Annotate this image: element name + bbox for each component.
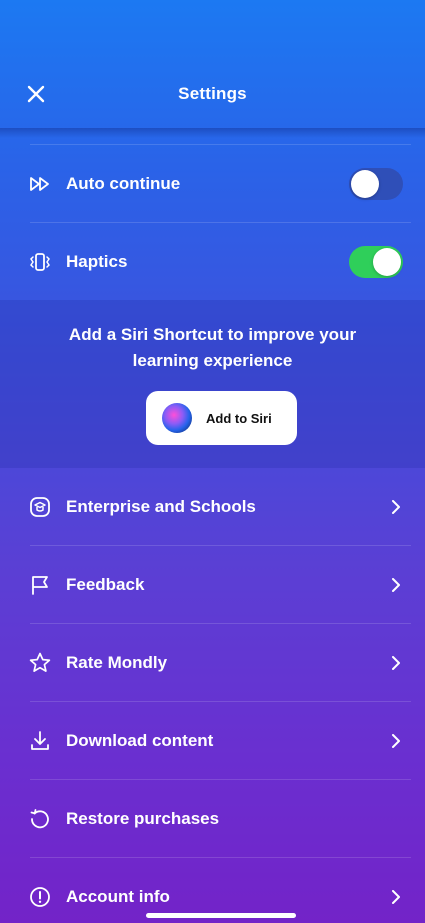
chevron-right-icon [392, 890, 400, 904]
menu-item-download-content[interactable]: Download content [0, 702, 425, 780]
menu-item-label: Restore purchases [66, 809, 220, 828]
menu-item-label: Enterprise and Schools [66, 497, 256, 516]
menu-item-enterprise-and-schools[interactable]: Enterprise and Schools [0, 468, 425, 546]
add-to-siri-label: Add to Siri [206, 410, 272, 426]
setting-label: Auto continue [66, 174, 181, 193]
chevron-right-icon [392, 500, 400, 514]
download-icon [28, 729, 52, 753]
chevron-right-icon [392, 656, 400, 670]
school-icon [28, 495, 52, 519]
star-icon [28, 651, 52, 675]
info-icon [28, 885, 52, 909]
menu-item-feedback[interactable]: Feedback [0, 546, 425, 624]
menu-item-restore-purchases[interactable]: Restore purchases [0, 780, 425, 858]
home-indicator[interactable] [146, 913, 296, 918]
fast-forward-icon [28, 172, 52, 196]
siri-icon [162, 403, 192, 433]
chevron-right-icon [392, 578, 400, 592]
add-to-siri-button[interactable]: Add to Siri [146, 391, 297, 445]
siri-description: Add a Siri Shortcut to improve your lear… [68, 325, 357, 370]
haptics-toggle[interactable] [349, 246, 403, 278]
menu-item-rate-mondly[interactable]: Rate Mondly [0, 624, 425, 702]
toggle-knob [351, 170, 379, 198]
menu-item-label: Rate Mondly [66, 653, 168, 672]
chevron-right-icon [392, 734, 400, 748]
toggle-knob [373, 248, 401, 276]
setting-row-auto-continue: Auto continue [0, 145, 425, 223]
page-title: Settings [178, 84, 247, 103]
vibration-icon [28, 250, 52, 274]
menu-item-label: Account info [66, 887, 170, 906]
setting-row-haptics: Haptics [0, 223, 425, 301]
restore-icon [28, 807, 52, 831]
setting-label: Haptics [66, 252, 128, 271]
auto-continue-toggle[interactable] [349, 168, 403, 200]
siri-shortcut-section: Add a Siri Shortcut to improve your lear… [0, 300, 425, 468]
menu-item-label: Feedback [66, 575, 145, 594]
header: Settings [0, 0, 425, 132]
menu-item-label: Download content [66, 731, 214, 750]
header-divider [0, 128, 425, 138]
flag-icon [28, 573, 52, 597]
